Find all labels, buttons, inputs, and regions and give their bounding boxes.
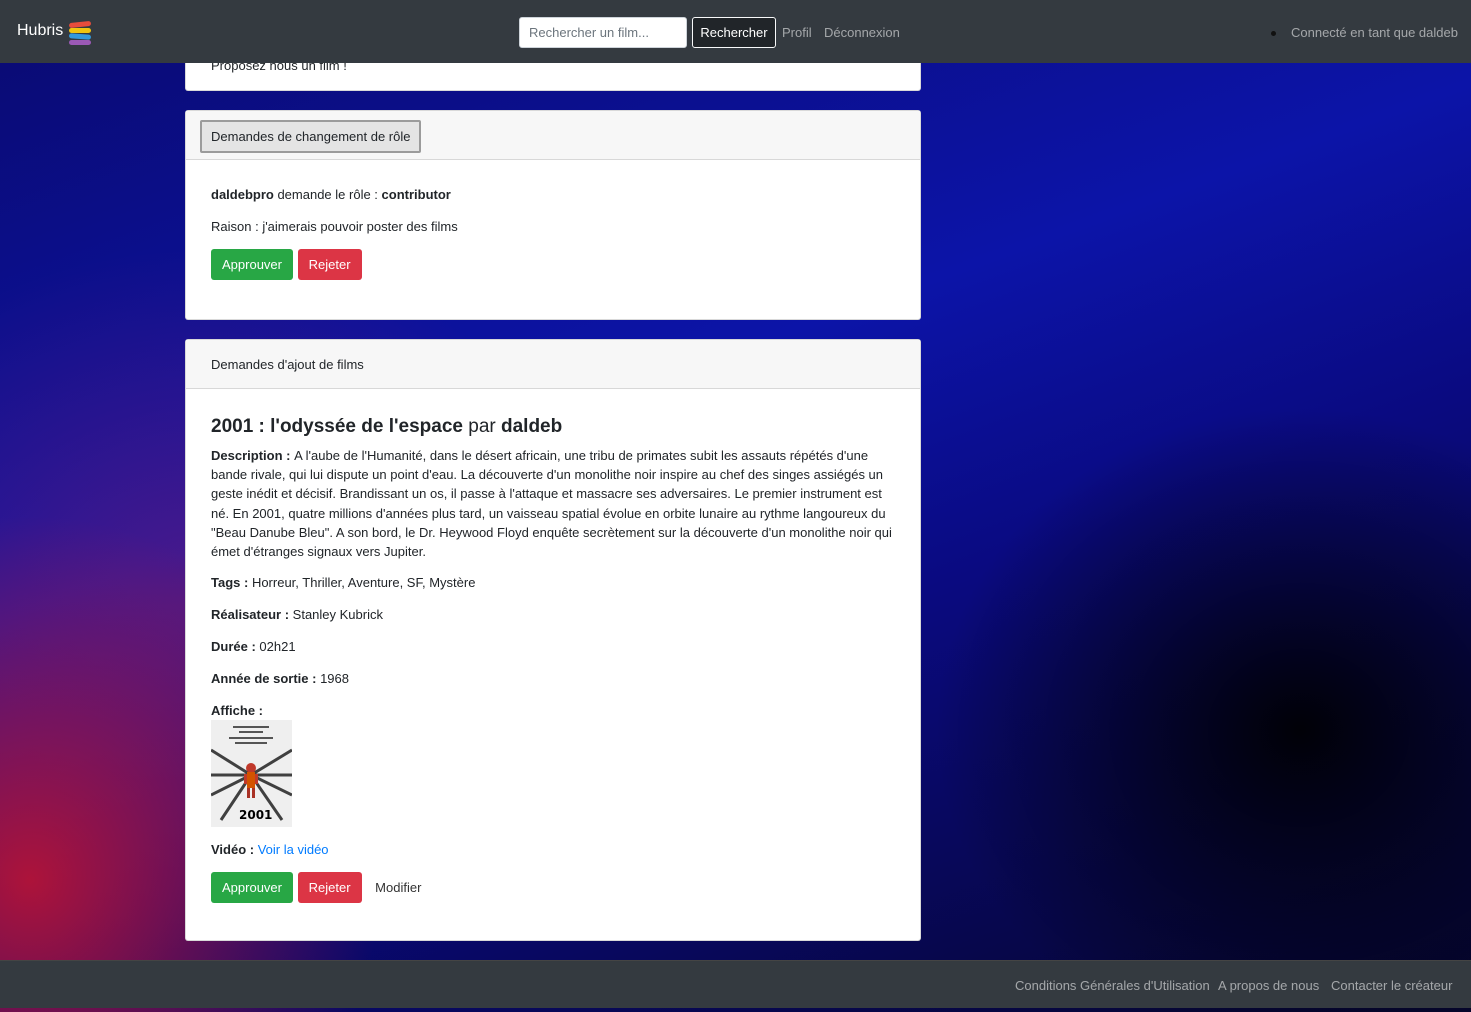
film-requests-header: Demandes d'ajout de films <box>186 340 920 389</box>
contact-link[interactable]: Contacter le créateur <box>1331 978 1452 993</box>
video-link[interactable]: Voir la vidéo <box>258 842 329 857</box>
role-requests-title[interactable]: Demandes de changement de rôle <box>200 120 422 153</box>
film-title: 2001 : l'odyssée de l'espace par daldeb <box>211 416 562 438</box>
search-input[interactable] <box>519 17 687 48</box>
reject-film-button[interactable]: Rejeter <box>297 872 362 903</box>
film-video: Vidéo : Voir la vidéo <box>211 842 329 857</box>
video-label: Vidéo : <box>211 842 258 857</box>
film-tags: Tags : Horreur, Thriller, Aventure, SF, … <box>211 575 475 590</box>
role-requests-header: Demandes de changement de rôle <box>186 111 920 160</box>
poster-caption: 2001 <box>239 808 273 822</box>
role-requests-card: Demandes de changement de rôle daldebpro… <box>185 110 921 320</box>
film-requests-card: Demandes d'ajout de films 2001 : l'odyss… <box>185 339 921 941</box>
film-poster-image: 2001 <box>211 720 292 827</box>
terms-link[interactable]: Conditions Générales d'Utilisation <box>1015 978 1210 993</box>
poster-label: Affiche : <box>211 703 263 718</box>
requests-role-text: demande le rôle : <box>273 187 382 202</box>
director-value: Stanley Kubrick <box>292 607 383 622</box>
books-logo-icon[interactable] <box>68 20 92 45</box>
tags-label: Tags : <box>211 575 252 590</box>
duration-value: 02h21 <box>259 639 296 654</box>
connected-user-text: Connecté en tant que daldeb <box>1291 25 1458 40</box>
requester-username: daldebpro <box>211 187 274 202</box>
film-year: Année de sortie : 1968 <box>211 671 349 686</box>
approve-role-button[interactable]: Approuver <box>211 249 293 280</box>
requested-role: contributor <box>381 187 451 202</box>
film-request-actions: Approuver Rejeter Modifier <box>211 872 421 903</box>
about-link[interactable]: A propos de nous <box>1218 978 1319 993</box>
approve-film-button[interactable]: Approuver <box>211 872 293 903</box>
description-label: Description : <box>211 448 295 463</box>
logout-link[interactable]: Déconnexion <box>824 25 900 40</box>
reject-role-button[interactable]: Rejeter <box>297 249 362 280</box>
reason-label: Raison : <box>211 219 263 234</box>
year-label: Année de sortie : <box>211 671 321 686</box>
search-button[interactable]: Rechercher <box>692 17 776 48</box>
description-text: A l'aube de l'Humanité, dans le désert a… <box>211 448 892 560</box>
tags-value: Horreur, Thriller, Aventure, SF, Mystère <box>251 575 476 590</box>
director-label: Réalisateur : <box>211 607 293 622</box>
film-director: Réalisateur : Stanley Kubrick <box>211 607 383 622</box>
film-author: daldeb <box>501 416 563 437</box>
film-by-text: par <box>462 416 501 437</box>
role-request-reason: Raison : j'aimerais pouvoir poster des f… <box>211 219 458 234</box>
reason-text: j'aimerais pouvoir poster des films <box>262 219 458 234</box>
profile-link[interactable]: Profil <box>782 25 812 40</box>
duration-label: Durée : <box>211 639 260 654</box>
role-request-line: daldebpro demande le rôle : contributor <box>211 187 451 202</box>
brand-name[interactable]: Hubris <box>17 22 63 40</box>
film-duration: Durée : 02h21 <box>211 639 296 654</box>
bullet-icon <box>1271 31 1276 36</box>
film-description: Description : A l'aube de l'Humanité, da… <box>211 446 901 561</box>
top-navbar: Hubris Rechercher Profil Déconnexion Con… <box>0 0 1471 63</box>
role-request-actions: Approuver Rejeter <box>211 249 362 280</box>
year-value: 1968 <box>320 671 349 686</box>
modify-film-link[interactable]: Modifier <box>375 880 421 895</box>
footer: Conditions Générales d'Utilisation A pro… <box>0 960 1471 1008</box>
film-name: 2001 : l'odyssée de l'espace <box>211 416 463 437</box>
